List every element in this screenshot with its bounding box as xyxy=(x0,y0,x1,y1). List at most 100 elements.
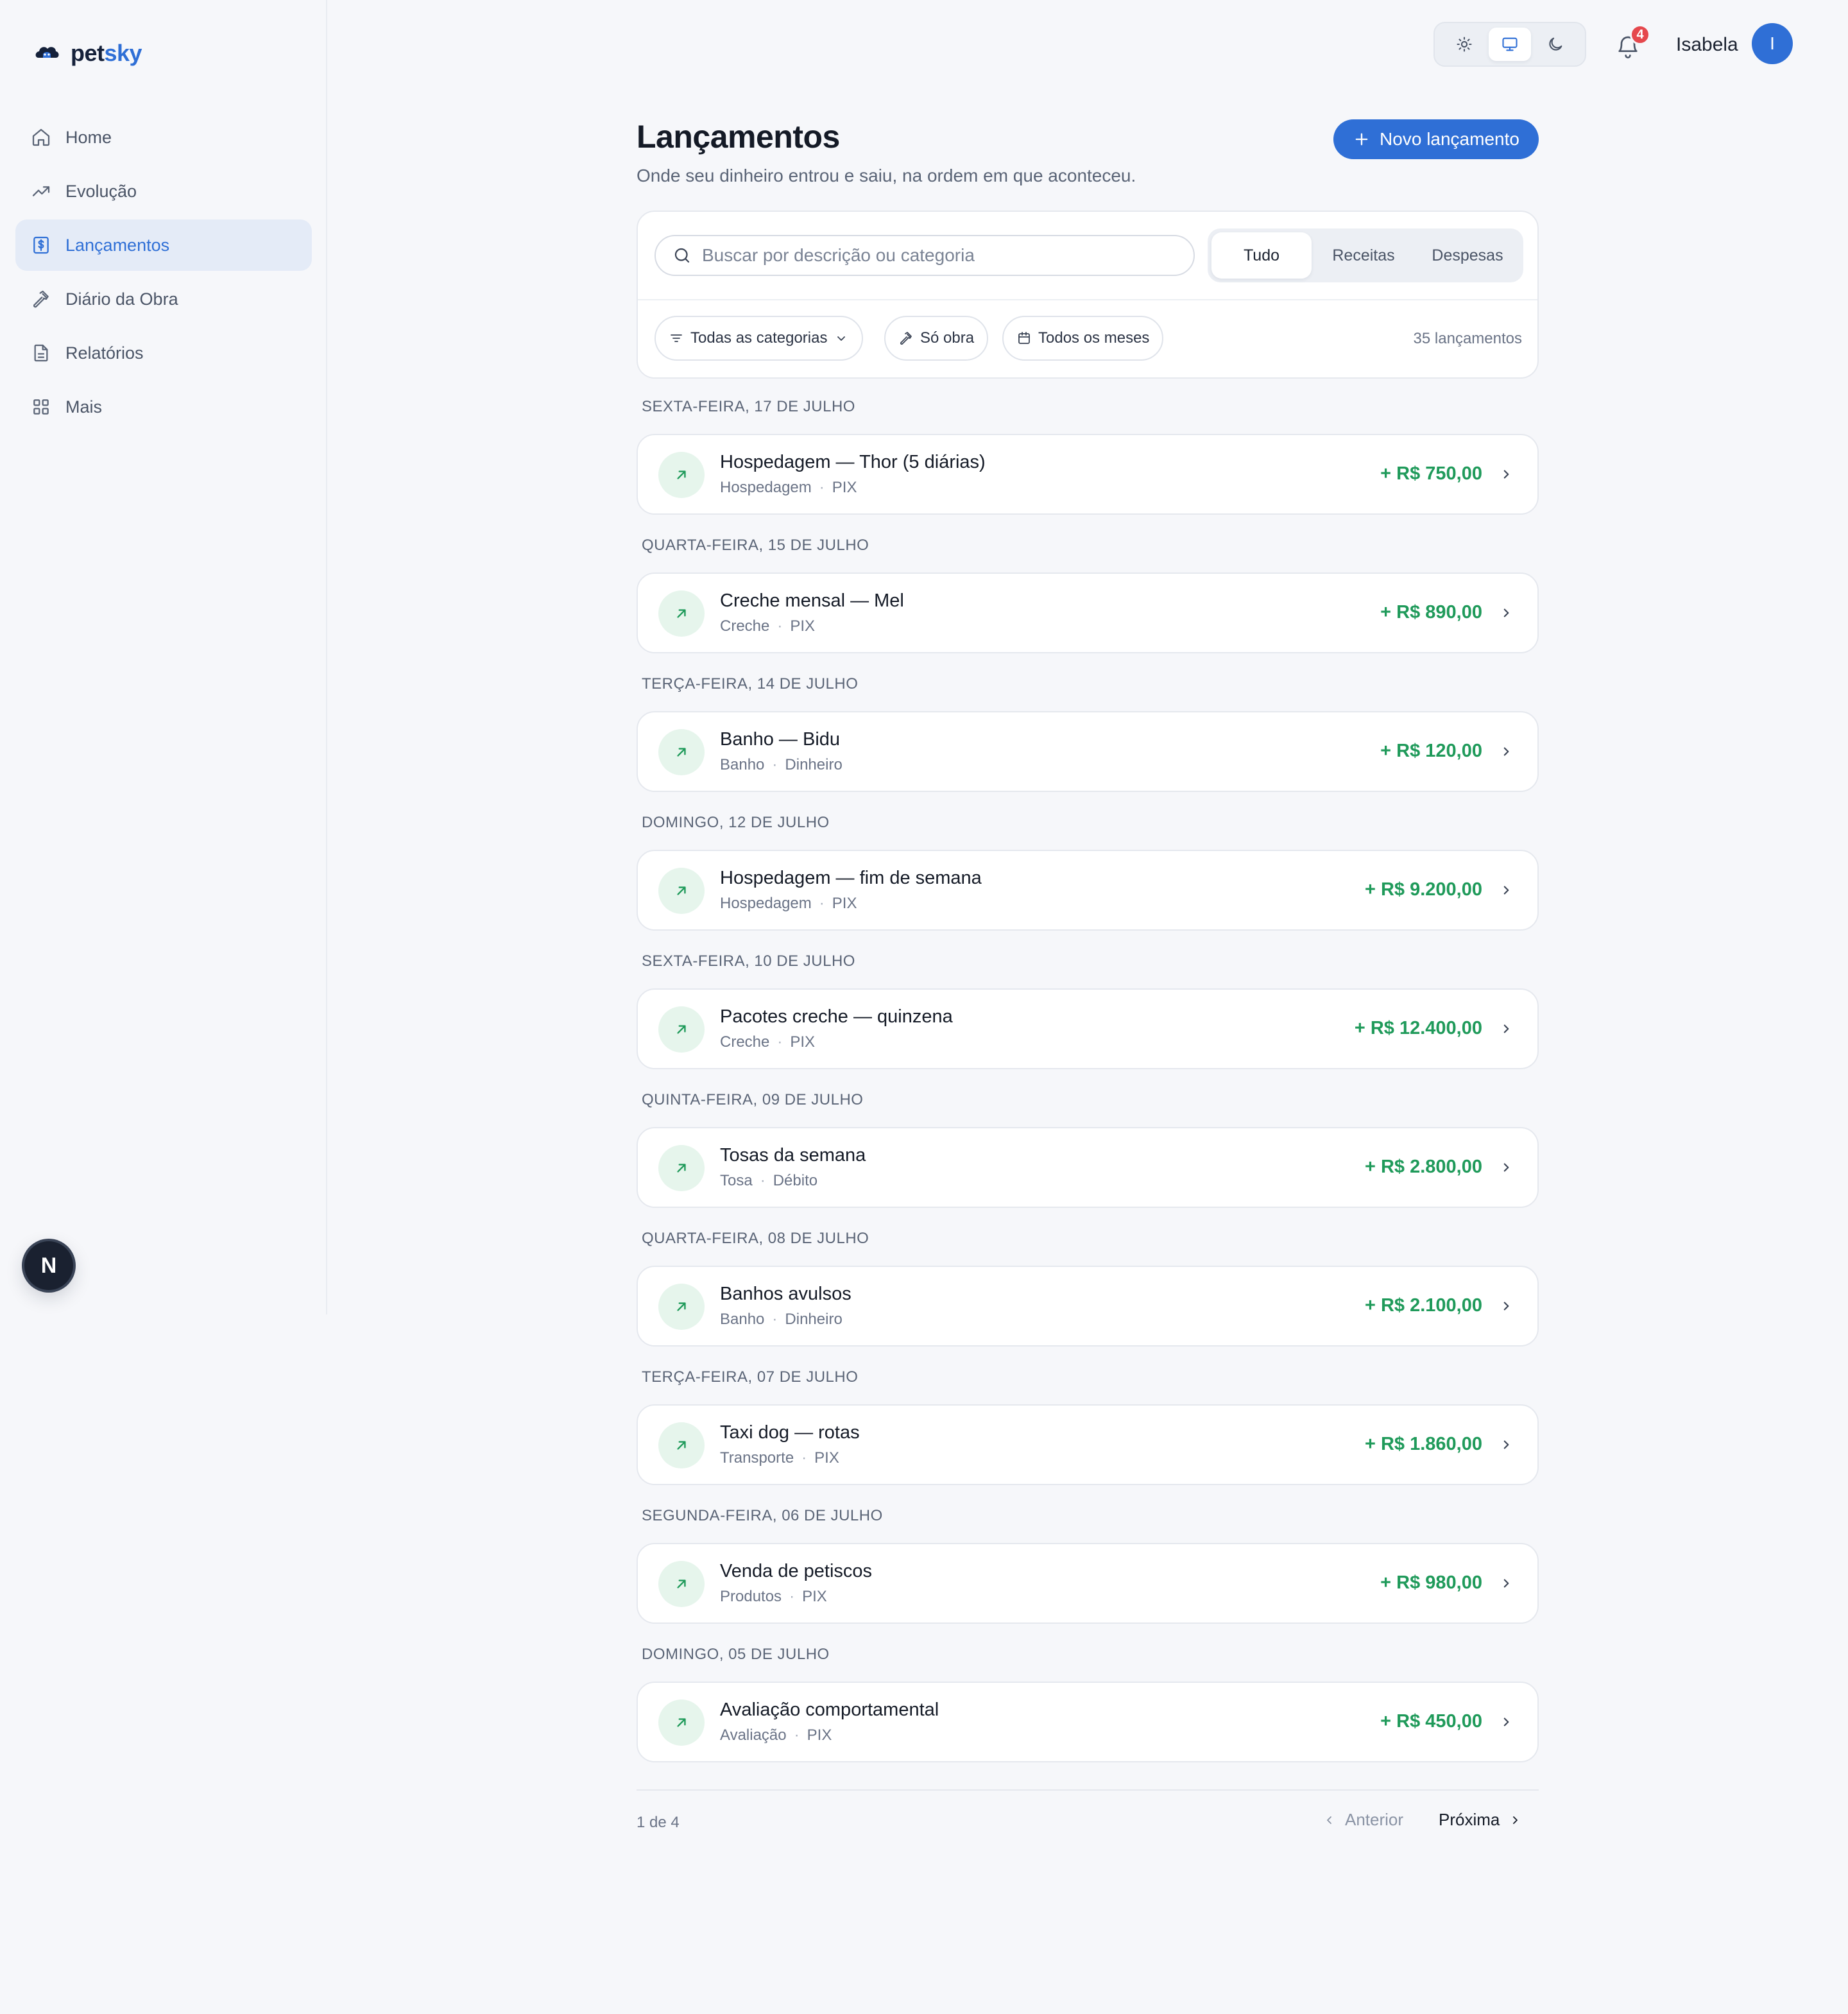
home-icon xyxy=(32,128,50,146)
transaction-meta: Creche · PIX xyxy=(720,1033,815,1051)
date-group-label: DOMINGO, 05 DE JULHO xyxy=(642,1646,830,1663)
month-filter-label: Todos os meses xyxy=(1038,329,1150,347)
transaction-category: Tosa xyxy=(720,1172,753,1189)
avatar[interactable]: I xyxy=(1752,23,1793,64)
search-icon xyxy=(674,248,690,263)
transaction-row[interactable]: Avaliação comportamental Avaliação · PIX + R… xyxy=(637,1682,1539,1762)
transaction-meta: Tosa · Débito xyxy=(720,1172,817,1190)
obra-only-toggle[interactable]: Só obra xyxy=(884,316,989,361)
dev-tools-badge[interactable]: N xyxy=(24,1241,73,1290)
date-group-label: DOMINGO, 12 DE JULHO xyxy=(642,814,830,831)
chevron-right-icon xyxy=(1503,1579,1509,1588)
transaction-row[interactable]: Taxi dog — rotas Transporte · PIX + R$ 1.860… xyxy=(637,1404,1539,1485)
hammer-icon xyxy=(900,332,912,345)
transaction-row[interactable]: Banhos avulsos Banho · Dinheiro + R$ 2.100,0… xyxy=(637,1266,1539,1347)
sidebar-item-label: Relatórios xyxy=(65,343,144,363)
transaction-row[interactable]: Venda de petiscos Produtos · PIX + R$ 980,00 xyxy=(637,1543,1539,1624)
previous-page-button[interactable]: Anterior xyxy=(1322,1810,1403,1830)
transaction-category: Creche xyxy=(720,617,770,635)
transaction-title: Creche mensal — Mel xyxy=(720,590,904,611)
chevron-right-icon xyxy=(1503,1163,1509,1172)
document-icon xyxy=(34,344,48,362)
transaction-method: Dinheiro xyxy=(785,756,843,773)
notifications-button[interactable]: 4 xyxy=(1611,24,1650,64)
cloud-dog-logo-icon xyxy=(35,47,59,58)
month-filter[interactable]: Todos os meses xyxy=(1002,316,1164,361)
monitor-icon xyxy=(1502,37,1518,51)
divider xyxy=(638,299,1537,300)
transaction-category: Produtos xyxy=(720,1588,782,1605)
new-entry-button[interactable]: Novo lançamento xyxy=(1333,119,1539,159)
transaction-title: Taxi dog — rotas xyxy=(720,1422,860,1443)
user-name[interactable]: Isabela xyxy=(1676,32,1738,58)
sidebar-item-home[interactable]: Home xyxy=(15,112,312,163)
transaction-category: Hospedagem xyxy=(720,479,812,496)
segment-tudo[interactable]: Tudo xyxy=(1211,232,1312,279)
sidebar-item-diario-da-obra[interactable]: Diário da Obra xyxy=(15,273,312,325)
transaction-method: PIX xyxy=(832,895,857,912)
transaction-row[interactable]: Pacotes creche — quinzena Creche · PIX + R$ … xyxy=(637,988,1539,1069)
transaction-method: PIX xyxy=(802,1588,827,1605)
transaction-row[interactable]: Tosas da semana Tosa · Débito + R$ 2.800,00 xyxy=(637,1127,1539,1208)
transaction-title: Banhos avulsos xyxy=(720,1284,851,1304)
income-arrow-icon xyxy=(658,1284,705,1330)
chevron-down-icon xyxy=(837,336,846,341)
filter-icon xyxy=(671,334,682,342)
moon-icon xyxy=(1549,37,1562,51)
income-arrow-icon xyxy=(658,1422,705,1468)
transaction-row[interactable]: Hospedagem — fim de semana Hospedagem · PIX… xyxy=(637,850,1539,931)
transaction-method: PIX xyxy=(790,617,816,635)
category-filter-dropdown[interactable]: Todas as categorias xyxy=(654,316,864,361)
separator-dot: · xyxy=(777,1033,783,1051)
chevron-left-icon xyxy=(1327,1816,1331,1824)
theme-light-button[interactable] xyxy=(1443,28,1485,61)
separator-dot: · xyxy=(801,1449,807,1467)
sidebar-item-evolucao[interactable]: Evolução xyxy=(15,166,312,217)
sidebar-item-relatorios[interactable]: Relatórios xyxy=(15,327,312,379)
results-count: 35 lançamentos xyxy=(1413,330,1522,347)
transaction-category: Hospedagem xyxy=(720,895,812,912)
transaction-amount: + R$ 750,00 xyxy=(1380,463,1482,484)
income-arrow-icon xyxy=(658,729,705,775)
sidebar-item-label: Diário da Obra xyxy=(65,289,178,309)
transaction-row[interactable]: Banho — Bidu Banho · Dinheiro + R$ 120,00 xyxy=(637,711,1539,792)
date-group-label: TERÇA-FEIRA, 14 DE JULHO xyxy=(642,675,859,693)
sidebar-item-lancamentos[interactable]: Lançamentos xyxy=(15,219,312,271)
filter-card: Tudo Receitas Despesas Todas as categori… xyxy=(637,211,1539,379)
transaction-amount: + R$ 2.100,00 xyxy=(1364,1295,1482,1316)
transaction-amount: + R$ 1.860,00 xyxy=(1364,1434,1482,1454)
transaction-row[interactable]: Hospedagem — Thor (5 diárias) Hospedagem ·… xyxy=(637,434,1539,515)
brand-name: petsky xyxy=(71,40,142,66)
transaction-title: Venda de petiscos xyxy=(720,1561,873,1581)
theme-dark-button[interactable] xyxy=(1534,28,1577,61)
separator-dot: · xyxy=(794,1726,800,1744)
transaction-row[interactable]: Creche mensal — Mel Creche · PIX + R$ 890,00 xyxy=(637,572,1539,653)
calendar-icon xyxy=(1018,332,1030,344)
sidebar-item-mais[interactable]: Mais xyxy=(15,381,312,433)
transaction-meta: Transporte · PIX xyxy=(720,1449,839,1467)
new-entry-label: Novo lançamento xyxy=(1380,129,1519,149)
transaction-amount: + R$ 12.400,00 xyxy=(1354,1018,1482,1038)
segment-despesas[interactable]: Despesas xyxy=(1416,232,1519,279)
date-group-label: QUARTA-FEIRA, 08 DE JULHO xyxy=(642,1230,869,1247)
brand-logo[interactable]: petsky xyxy=(32,37,142,69)
transaction-amount: + R$ 450,00 xyxy=(1380,1711,1482,1732)
transaction-category: Creche xyxy=(720,1033,770,1051)
transaction-method: PIX xyxy=(807,1726,832,1744)
income-arrow-icon xyxy=(658,590,705,637)
transaction-title: Hospedagem — fim de semana xyxy=(720,868,982,888)
transaction-category: Banho xyxy=(720,1311,765,1328)
sidebar-item-label: Mais xyxy=(65,397,103,417)
date-group-label: SEGUNDA-FEIRA, 06 DE JULHO xyxy=(642,1507,883,1524)
segment-receitas[interactable]: Receitas xyxy=(1312,232,1416,279)
transaction-method: Dinheiro xyxy=(785,1311,843,1328)
search-input[interactable] xyxy=(702,245,1190,266)
sidebar-item-label: Lançamentos xyxy=(65,235,170,255)
transaction-method: Débito xyxy=(773,1172,818,1189)
income-arrow-icon xyxy=(658,868,705,914)
category-filter-label: Todas as categorias xyxy=(690,329,828,347)
transaction-amount: + R$ 890,00 xyxy=(1380,602,1482,623)
next-page-button[interactable]: Próxima xyxy=(1439,1810,1523,1830)
theme-system-button[interactable] xyxy=(1488,28,1531,61)
chevron-right-icon xyxy=(1503,1024,1509,1033)
